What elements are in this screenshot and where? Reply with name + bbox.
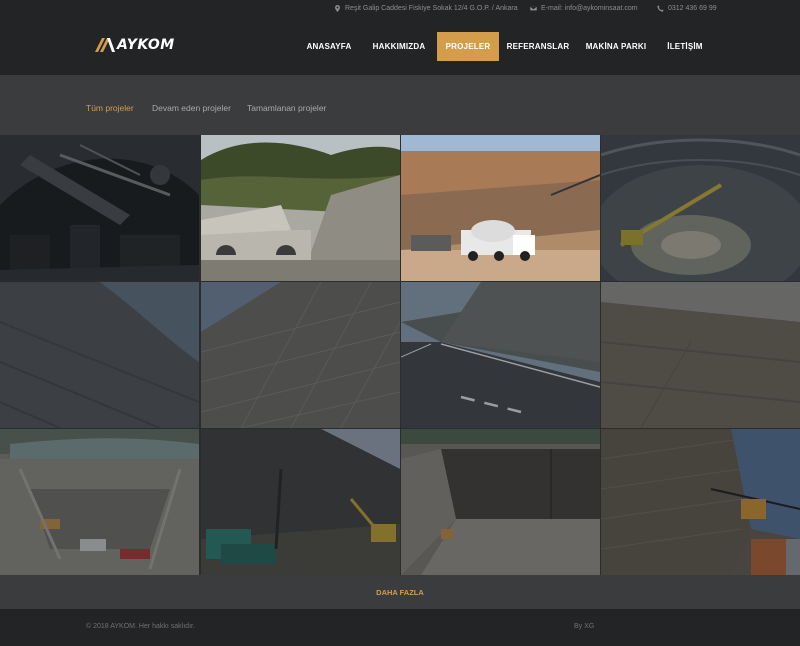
tile-overlay (401, 282, 600, 428)
credit-text[interactable]: By XG (574, 623, 594, 630)
tile-overlay (601, 429, 800, 575)
project-tile[interactable] (0, 429, 199, 575)
copyright-text: © 2018 AYKOM. Her hakkı saklıdır. (86, 623, 195, 630)
tile-overlay (201, 135, 400, 281)
tile-overlay (0, 429, 199, 575)
nav-item-makina-parki[interactable]: MAKİNA PARKI (580, 32, 652, 61)
email-info[interactable]: E-mail: info@aykominsaat.com (530, 5, 638, 12)
map-pin-icon (335, 5, 340, 12)
tile-overlay (0, 282, 199, 428)
email-text[interactable]: E-mail: info@aykominsaat.com (541, 5, 638, 12)
filter-ongoing-projects[interactable]: Devam eden projeler (152, 103, 231, 113)
phone-icon (657, 5, 664, 12)
tile-overlay (601, 135, 800, 281)
project-tile[interactable] (601, 282, 800, 428)
project-tile[interactable] (201, 135, 400, 281)
project-tile[interactable] (0, 135, 199, 281)
project-tile[interactable] (401, 429, 600, 575)
address-info: Reşit Galip Caddesi Fiskiye Sokak 12/4 G… (334, 5, 518, 12)
page: Reşit Galip Caddesi Fiskiye Sokak 12/4 G… (0, 0, 800, 646)
nav-item-referanslar[interactable]: REFERANSLAR (504, 32, 572, 61)
filter-all-projects[interactable]: Tüm projeler (86, 103, 134, 113)
site-header: Reşit Galip Caddesi Fiskiye Sokak 12/4 G… (0, 0, 800, 75)
tile-overlay (401, 135, 600, 281)
project-tile[interactable] (601, 429, 800, 575)
load-more-button[interactable]: DAHA FAZLA (0, 588, 800, 597)
project-gallery (0, 135, 800, 575)
main-navigation: ANASAYFA HAKKIMIZDA PROJELER REFERANSLAR… (0, 32, 800, 61)
filter-completed-projects[interactable]: Tamamlanan projeler (247, 103, 326, 113)
tile-overlay (201, 282, 400, 428)
tile-overlay (201, 429, 400, 575)
nav-item-iletisim[interactable]: İLETİŞİM (660, 32, 710, 61)
project-tile[interactable] (0, 282, 199, 428)
nav-item-hakkimizda[interactable]: HAKKIMIZDA (366, 32, 432, 61)
project-tile[interactable] (201, 429, 400, 575)
project-tile[interactable] (401, 135, 600, 281)
nav-item-projeler[interactable]: PROJELER (437, 32, 499, 61)
project-tile[interactable] (401, 282, 600, 428)
tile-overlay (601, 282, 800, 428)
phone-info[interactable]: 0312 436 69 99 (657, 5, 717, 12)
phone-text[interactable]: 0312 436 69 99 (668, 5, 717, 12)
tile-overlay (401, 429, 600, 575)
address-text: Reşit Galip Caddesi Fiskiye Sokak 12/4 G… (345, 5, 518, 12)
project-tile[interactable] (601, 135, 800, 281)
tile-overlay (0, 135, 199, 281)
contact-topbar: Reşit Galip Caddesi Fiskiye Sokak 12/4 G… (0, 0, 800, 18)
envelope-icon (530, 6, 537, 11)
project-tile[interactable] (201, 282, 400, 428)
nav-item-anasayfa[interactable]: ANASAYFA (300, 32, 358, 61)
